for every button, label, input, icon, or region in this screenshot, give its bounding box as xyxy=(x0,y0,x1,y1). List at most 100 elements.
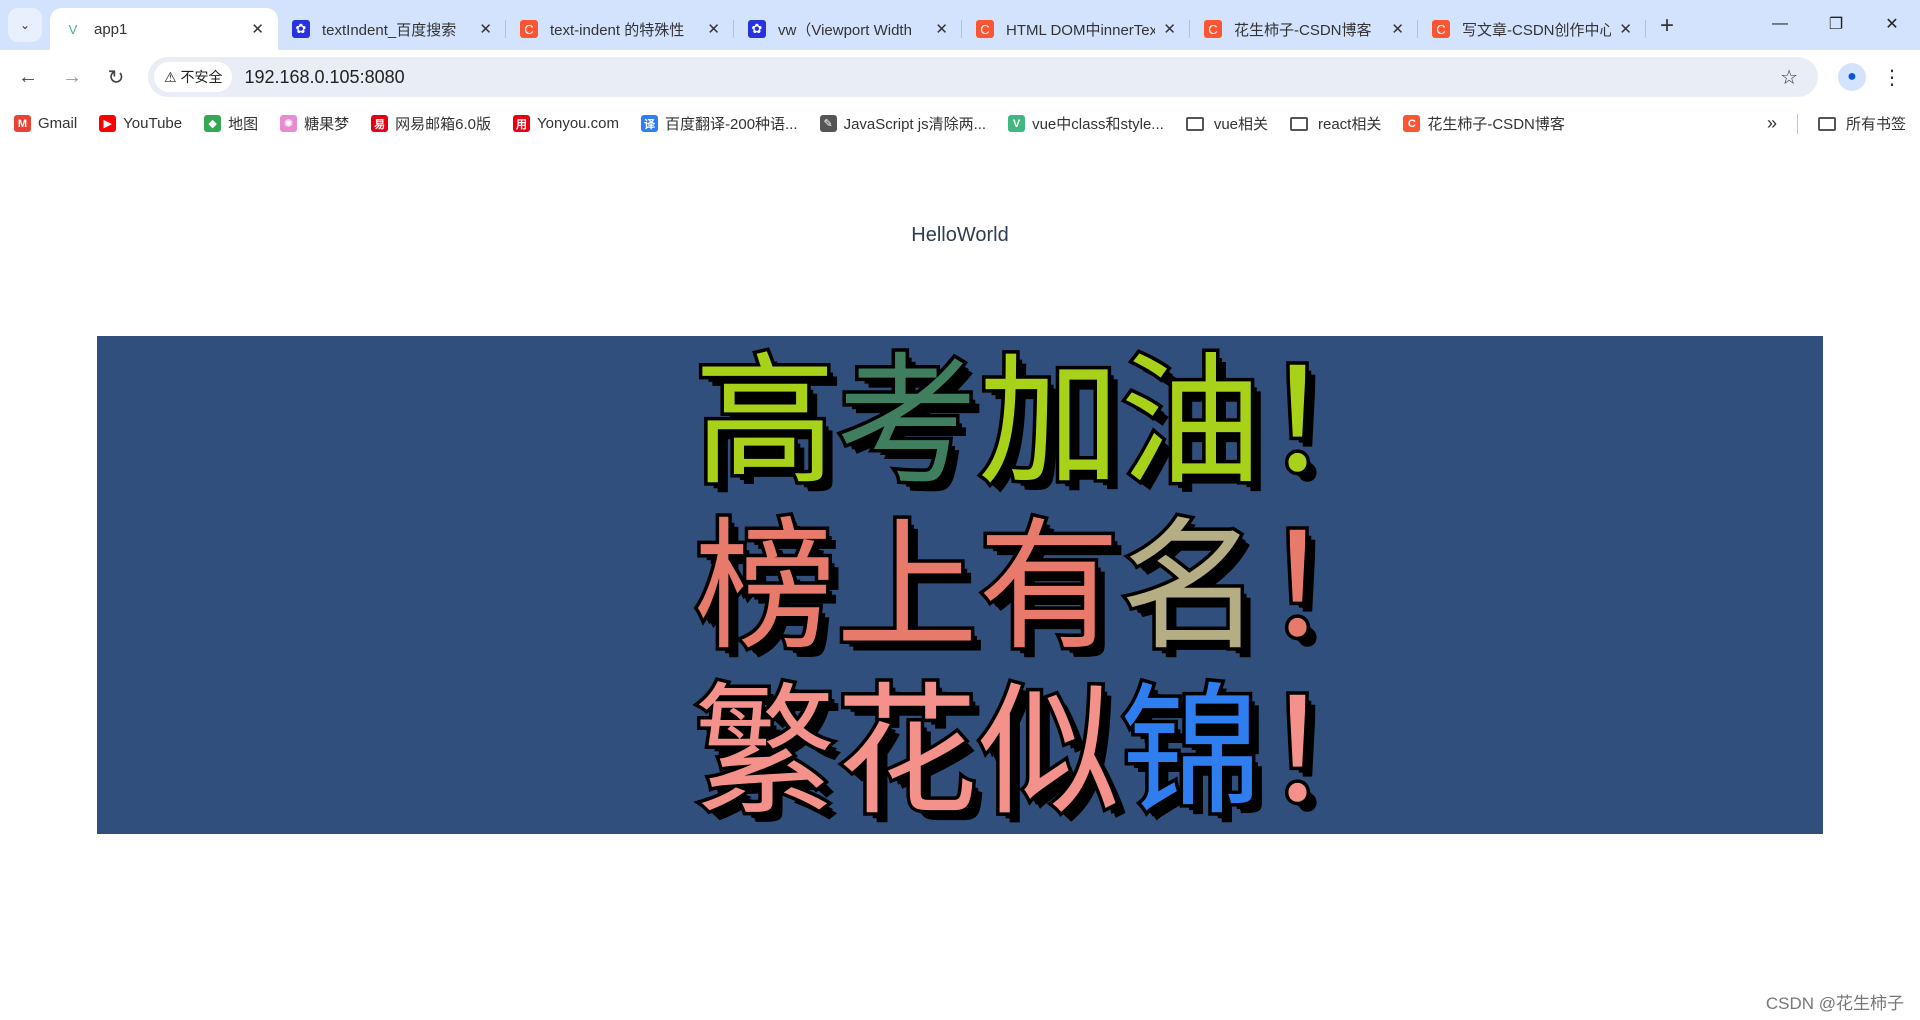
bookmark-item[interactable]: M Gmail xyxy=(14,115,77,132)
close-icon[interactable]: ✕ xyxy=(1864,0,1920,48)
netease-icon: 易 xyxy=(371,115,389,132)
bookmark-item[interactable]: react相关 xyxy=(1290,113,1381,134)
bookmark-label: 糖果梦 xyxy=(304,116,350,133)
poem-char: 繁 xyxy=(691,667,840,835)
poem-line: 繁花似锦！ xyxy=(691,667,1408,835)
site-info-button[interactable]: ⚠ 不安全 xyxy=(154,62,233,92)
tab-2[interactable]: Ctext-indent 的特殊性 ✕ xyxy=(506,8,734,50)
bookmark-label: 地图 xyxy=(228,116,259,133)
bookmark-item[interactable]: ✎ JavaScript js清除两... xyxy=(819,113,987,134)
folder-icon xyxy=(1185,116,1204,131)
poem-line: 榜上有名！ xyxy=(691,502,1408,674)
csdn-icon: C xyxy=(520,20,538,38)
forward-icon[interactable]: → xyxy=(54,66,90,89)
address-bar[interactable]: ⚠ 不安全 192.168.0.105:8080 ☆ xyxy=(148,57,1818,97)
back-icon[interactable]: ← xyxy=(10,66,46,89)
bookmark-label: Gmail xyxy=(38,115,78,132)
close-tab-icon[interactable]: ✕ xyxy=(251,20,264,38)
gmail-icon: M xyxy=(14,115,31,132)
close-tab-icon[interactable]: ✕ xyxy=(479,20,492,38)
bookmark-item[interactable]: 易网易邮箱6.0版 xyxy=(371,113,491,134)
csdn-icon: C xyxy=(1432,20,1450,38)
close-tab-icon[interactable]: ✕ xyxy=(707,20,720,38)
tab-0[interactable]: Vapp1 ✕ xyxy=(50,8,278,50)
watermark: CSDN @花生柿子 xyxy=(1765,994,1904,1013)
close-tab-icon[interactable]: ✕ xyxy=(935,20,948,38)
all-bookmarks-label: 所有书签 xyxy=(1845,116,1906,133)
window-controls: — ❐ ✕ xyxy=(1752,0,1920,48)
new-tab-button[interactable]: + xyxy=(1660,8,1674,44)
tab-title: textIndent_百度搜索 xyxy=(322,21,457,39)
toolbar: ← → ↻ ⚠ 不安全 192.168.0.105:8080 ☆ ● ⋮ xyxy=(0,50,1920,104)
poem-char: 上 xyxy=(833,502,982,674)
tab-4[interactable]: C HTML DOM中innerText ✕ xyxy=(962,8,1190,50)
bookmark-star-icon[interactable]: ☆ xyxy=(1780,65,1798,90)
poem-banner: 高考加油！ 榜上有名！ 繁花似锦！ xyxy=(97,336,1823,834)
tab-bar: ⌄ Vapp1 ✕ ✿ textIndent_百度搜索 ✕ Ctext-indent 的特… xyxy=(0,0,1920,50)
page-title: HelloWorld xyxy=(911,224,1009,246)
bookmark-item[interactable]: 用 Yonyou.com xyxy=(513,115,619,132)
tab-title: 写文章-CSDN创作中心 xyxy=(1462,21,1612,39)
bookmarks-bar: M Gmail ▶ YouTube ◆ 地图 ✺ 糖果梦 易网易邮箱6.0版 用 Yonyou.co… xyxy=(0,104,1920,144)
vue-icon: V xyxy=(68,21,78,37)
close-tab-icon[interactable]: ✕ xyxy=(1619,20,1632,38)
poem-char: 加 xyxy=(975,337,1124,509)
poem-char: 考 xyxy=(833,337,982,509)
poem-char: 锦 xyxy=(1117,667,1266,835)
close-tab-icon[interactable]: ✕ xyxy=(1163,20,1176,38)
bookmark-label: 百度翻译-200种语... xyxy=(665,116,798,133)
tab-search-button[interactable]: ⌄ xyxy=(8,8,42,42)
more-bookmarks-icon[interactable]: » xyxy=(1767,113,1777,134)
warning-icon: ⚠ xyxy=(164,68,181,85)
tab-title: app1 xyxy=(94,20,128,38)
baidu-translate-icon: 译 xyxy=(641,115,659,132)
bookmark-item[interactable]: vue相关 xyxy=(1185,113,1268,134)
bookmark-item[interactable]: ◆ 地图 xyxy=(204,113,258,134)
yonyou-icon: 用 xyxy=(513,115,531,132)
csdn-icon: C xyxy=(1204,20,1222,38)
poem-text: 高考加油！ 榜上有名！ 繁花似锦！ xyxy=(691,336,1408,835)
bookmark-label: vue相关 xyxy=(1213,116,1268,133)
profile-avatar[interactable]: ● xyxy=(1838,63,1866,91)
candy-icon: ✺ xyxy=(280,115,298,132)
chevron-down-icon: ⌄ xyxy=(19,18,31,32)
restore-icon[interactable]: ❐ xyxy=(1808,0,1864,48)
url-input[interactable]: 192.168.0.105:8080 xyxy=(244,67,1780,88)
poem-char: 有 xyxy=(975,502,1124,674)
poem-char: 似 xyxy=(975,667,1124,835)
js-icon: ✎ xyxy=(819,115,837,132)
tab-6[interactable]: C 写文章-CSDN创作中心 ✕ xyxy=(1418,8,1646,50)
poem-line: 高考加油！ xyxy=(691,337,1408,509)
bookmark-item[interactable]: ✺ 糖果梦 xyxy=(280,113,349,134)
poem-char: 高 xyxy=(691,337,840,509)
minimize-icon[interactable]: — xyxy=(1752,0,1808,48)
youtube-icon: ▶ xyxy=(99,115,117,132)
poem-char: 名 xyxy=(1117,502,1266,674)
divider xyxy=(1796,113,1798,134)
tab-5[interactable]: C 花生柿子-CSDN博客 ✕ xyxy=(1190,8,1418,50)
csdn-icon: C xyxy=(1403,115,1421,132)
poem-char: ！ xyxy=(1259,337,1408,509)
more-menu-icon[interactable]: ⋮ xyxy=(1882,65,1902,90)
csdn-icon: C xyxy=(976,20,994,38)
close-tab-icon[interactable]: ✕ xyxy=(1391,20,1404,38)
bookmark-item[interactable]: 译百度翻译-200种语... xyxy=(641,113,798,134)
folder-icon xyxy=(1290,116,1308,131)
tab-3[interactable]: ✿ vw（Viewport Width ✕ xyxy=(734,8,962,50)
insecure-label: 不安全 xyxy=(180,69,223,85)
bookmark-item[interactable]: Vvue中class和style... xyxy=(1008,113,1164,134)
poem-char: ！ xyxy=(1259,502,1408,674)
bookmark-item[interactable]: C 花生柿子-CSDN博客 xyxy=(1403,113,1565,134)
tab-1[interactable]: ✿ textIndent_百度搜索 ✕ xyxy=(278,8,506,50)
tab-title: 花生柿子-CSDN博客 xyxy=(1234,21,1372,39)
poem-char: 油 xyxy=(1117,337,1266,509)
bookmark-item[interactable]: ▶ YouTube xyxy=(99,115,182,132)
bookmark-label: react相关 xyxy=(1318,116,1382,133)
bookmark-label: Yonyou.com xyxy=(537,115,620,132)
poem-char: 花 xyxy=(833,667,982,835)
bookmark-label: JavaScript js清除两... xyxy=(843,116,987,133)
all-bookmarks-button[interactable]: 所有书签 xyxy=(1817,113,1906,134)
baidu-icon: ✿ xyxy=(292,20,310,38)
folder-icon xyxy=(1817,116,1836,131)
reload-icon[interactable]: ↻ xyxy=(98,65,134,90)
